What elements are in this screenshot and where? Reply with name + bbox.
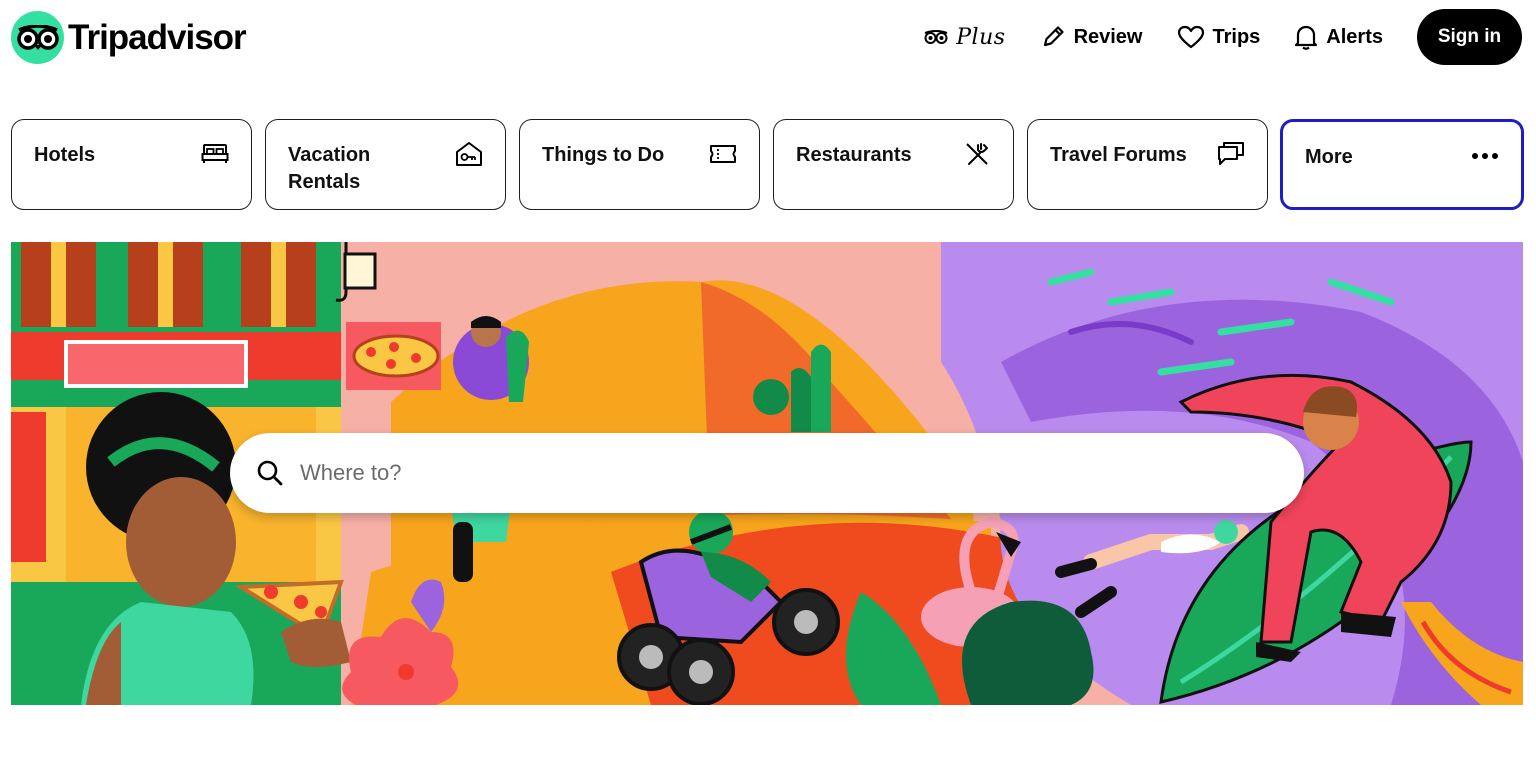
pencil-icon	[1043, 26, 1064, 47]
search-input[interactable]	[300, 460, 1250, 486]
category-label: More	[1305, 146, 1353, 168]
category-label: Travel Forums	[1050, 144, 1187, 166]
review-link[interactable]: Review	[1040, 24, 1143, 50]
brand-name: Tripadvisor	[68, 17, 247, 57]
header-nav: Plus Review Trips Alerts Sign in	[924, 9, 1522, 65]
sign-in-button[interactable]: Sign in	[1417, 9, 1522, 65]
owl-eyes-icon	[924, 30, 948, 44]
trips-link[interactable]: Trips	[1177, 25, 1261, 49]
category-things-to-do[interactable]: Things to Do	[519, 119, 760, 210]
category-label: Vacation Rentals	[288, 144, 371, 193]
category-vacation-rentals[interactable]: Vacation Rentals	[265, 119, 506, 210]
category-restaurants[interactable]: Restaurants	[773, 119, 1014, 210]
more-dots-icon	[1471, 142, 1499, 170]
plus-link[interactable]: Plus	[924, 25, 1005, 50]
category-cards: Hotels Vacation Rentals Things to Do Res…	[11, 119, 1525, 211]
category-label: Hotels	[34, 144, 96, 166]
bed-icon	[201, 140, 229, 168]
category-label: Things to Do	[542, 144, 665, 166]
category-travel-forums[interactable]: Travel Forums	[1027, 119, 1268, 210]
house-key-icon	[455, 140, 483, 168]
owl-logo-icon	[11, 11, 64, 64]
review-label: Review	[1073, 25, 1143, 48]
bell-icon	[1295, 25, 1318, 50]
plus-label: Plus	[956, 24, 1006, 50]
fork-knife-icon	[963, 140, 991, 168]
search-bar[interactable]	[230, 433, 1304, 513]
chat-bubbles-icon	[1217, 140, 1245, 168]
search-icon	[257, 460, 283, 486]
heart-icon	[1177, 25, 1204, 49]
hero-banner	[11, 242, 1523, 705]
alerts-link[interactable]: Alerts	[1294, 24, 1383, 50]
tripadvisor-logo[interactable]: Tripadvisor	[11, 11, 247, 64]
alerts-label: Alerts	[1326, 25, 1383, 48]
category-more[interactable]: More	[1280, 119, 1524, 210]
trips-label: Trips	[1212, 25, 1261, 48]
category-hotels[interactable]: Hotels	[11, 119, 252, 210]
category-label: Restaurants	[796, 144, 912, 166]
ticket-icon	[709, 140, 737, 168]
top-header: Tripadvisor Plus Review Trips Alerts Sig…	[0, 0, 1536, 80]
